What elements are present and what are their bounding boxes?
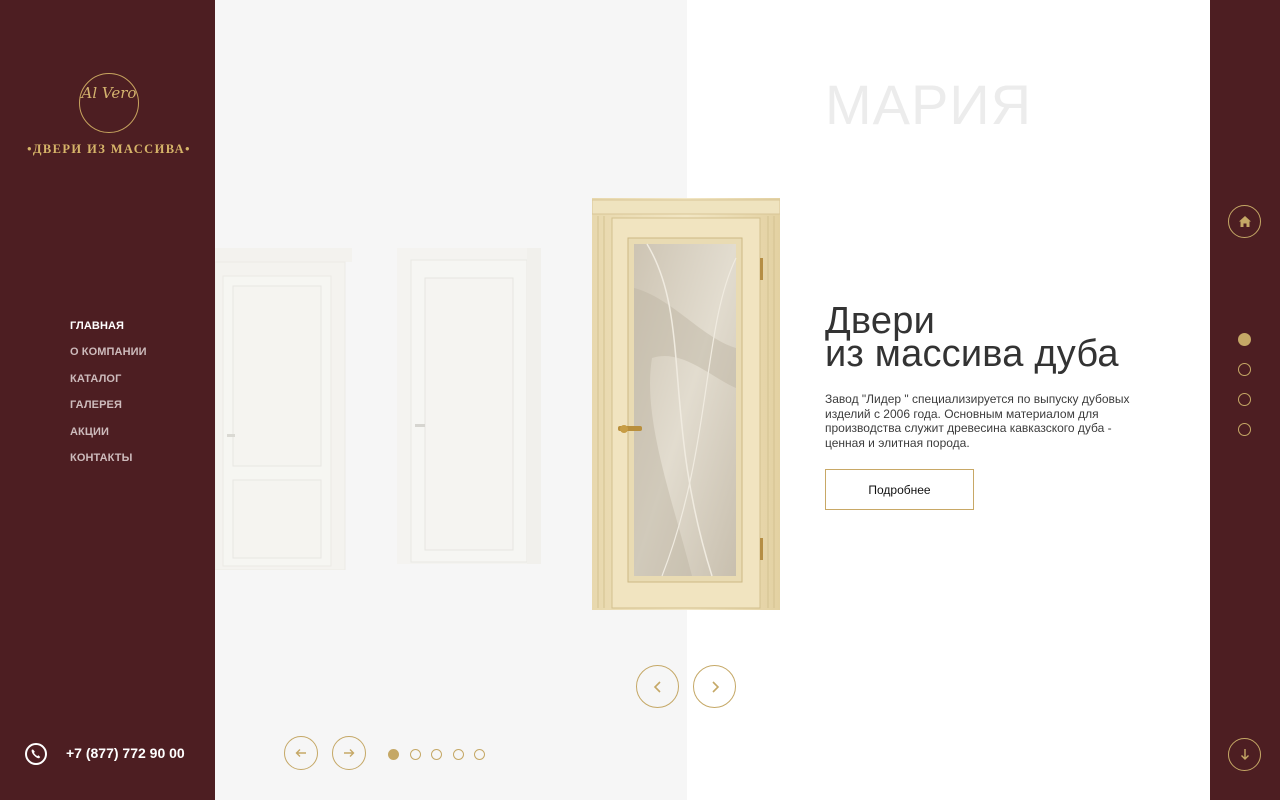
phone-icon[interactable] (25, 743, 47, 765)
section-dot-4[interactable] (1238, 423, 1251, 436)
section-dot-3[interactable] (1238, 393, 1251, 406)
hero-description: Завод "Лидер " специализируется по выпус… (825, 392, 1130, 450)
phone-number[interactable]: +7 (877) 772 90 00 (66, 745, 185, 761)
slide-dot-4[interactable] (452, 749, 464, 760)
door-slide-2[interactable] (397, 248, 541, 564)
logo-monogram: Al Vero (81, 84, 137, 102)
main-nav: ГЛАВНАЯ О КОМПАНИИ КАТАЛОГ ГАЛЕРЕЯ АКЦИИ… (70, 320, 147, 478)
slide-dot-5[interactable] (474, 749, 485, 760)
left-sidebar: Al Vero •ДВЕРИ ИЗ МАССИВА• ГЛАВНАЯ О КОМ… (0, 0, 215, 800)
nav-item-about[interactable]: О КОМПАНИИ (70, 346, 147, 372)
right-sidebar (1210, 0, 1280, 800)
door-slide-1[interactable] (215, 248, 352, 571)
arrow-right-icon (344, 749, 355, 757)
slide-dot-1[interactable] (388, 749, 399, 760)
nav-item-promotions[interactable]: АКЦИИ (70, 426, 147, 452)
hero-title-line-2: из массива дуба (825, 333, 1119, 375)
nav-item-catalog[interactable]: КАТАЛОГ (70, 373, 147, 399)
section-pagination (1238, 333, 1251, 453)
hero-slider: МАРИЯ Двери из массива дуба Завод "Лидер… (215, 0, 1210, 800)
door-slide-active[interactable] (591, 198, 781, 610)
door-prev-button[interactable] (636, 665, 679, 708)
slide-dot-3[interactable] (431, 749, 442, 760)
nav-item-gallery[interactable]: ГАЛЕРЕЯ (70, 399, 147, 425)
section-dot-2[interactable] (1238, 363, 1251, 376)
logo-text: •ДВЕРИ ИЗ МАССИВА• (27, 142, 191, 156)
nav-item-home[interactable]: ГЛАВНАЯ (70, 320, 147, 346)
hero-title: Двери из массива дуба (825, 302, 1119, 375)
arrow-left-icon (295, 749, 306, 757)
section-dot-1[interactable] (1238, 333, 1251, 346)
hero-watermark: МАРИЯ (825, 73, 1033, 136)
scroll-down-button[interactable] (1228, 738, 1261, 771)
logo-emblem (79, 73, 139, 133)
logo[interactable]: Al Vero •ДВЕРИ ИЗ МАССИВА• (20, 70, 198, 165)
door-next-button[interactable] (693, 665, 736, 708)
slide-pagination (388, 749, 485, 760)
slide-dot-2[interactable] (409, 749, 421, 760)
nav-item-contacts[interactable]: КОНТАКТЫ (70, 452, 147, 478)
arrow-down-icon (1240, 749, 1249, 760)
slide-prev-button[interactable] (284, 736, 318, 770)
slide-next-button[interactable] (332, 736, 366, 770)
chevron-right-icon (711, 680, 719, 693)
home-button[interactable] (1228, 205, 1261, 238)
home-icon (1238, 216, 1251, 227)
chevron-left-icon (653, 680, 661, 693)
more-button[interactable]: Подробнее (825, 469, 974, 510)
